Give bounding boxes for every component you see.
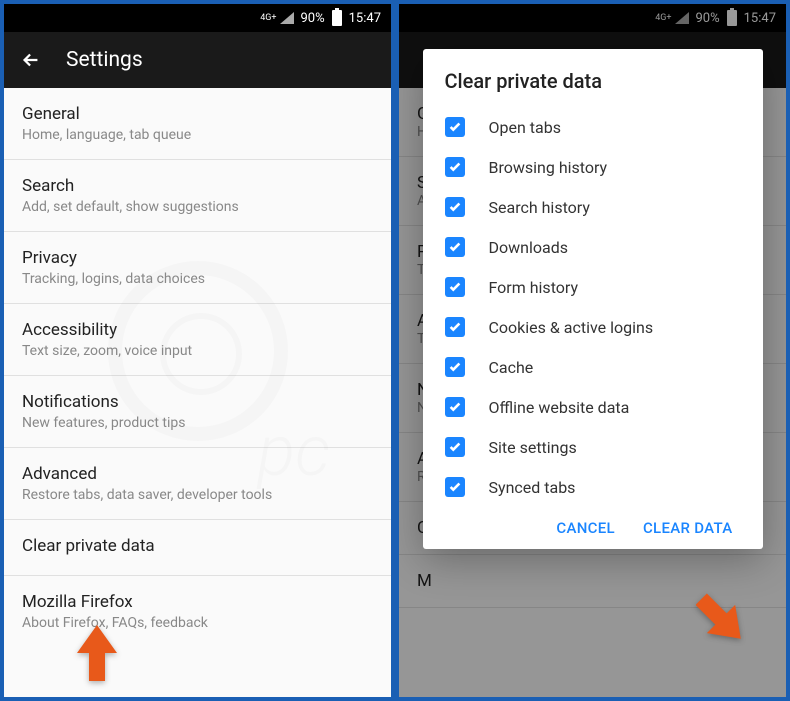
option-label: Downloads — [489, 238, 568, 257]
settings-item-general[interactable]: General Home, language, tab queue — [4, 88, 391, 160]
back-icon[interactable] — [20, 49, 42, 71]
option-label: Search history — [489, 198, 590, 217]
checkbox-icon[interactable] — [445, 317, 465, 337]
item-title: General — [22, 104, 373, 124]
option-synced-tabs[interactable]: Synced tabs — [445, 467, 741, 507]
option-label: Site settings — [489, 438, 577, 457]
checkbox-icon[interactable] — [445, 477, 465, 497]
toolbar: Settings — [4, 32, 391, 88]
option-label: Form history — [489, 278, 579, 297]
item-title: Accessibility — [22, 320, 373, 340]
item-subtitle: Tracking, logins, data choices — [22, 271, 373, 287]
battery-icon — [332, 10, 342, 26]
checkbox-icon[interactable] — [445, 157, 465, 177]
annotation-arrow-left — [72, 623, 122, 683]
network-indicator: 4G+ — [260, 13, 276, 23]
checkbox-icon[interactable] — [445, 197, 465, 217]
phone-right: 4G+ 90% 15:47 risk.com GH SA PT AT NN AR… — [395, 0, 790, 701]
annotation-arrow-right — [696, 589, 746, 649]
clear-data-button[interactable]: CLEAR DATA — [643, 519, 733, 537]
option-open-tabs[interactable]: Open tabs — [445, 107, 741, 147]
settings-item-clear-private-data[interactable]: Clear private data — [4, 520, 391, 576]
checkbox-icon[interactable] — [445, 237, 465, 257]
settings-item-search[interactable]: Search Add, set default, show suggestion… — [4, 160, 391, 232]
option-offline-data[interactable]: Offline website data — [445, 387, 741, 427]
settings-item-mozilla[interactable]: Mozilla Firefox About Firefox, FAQs, fee… — [4, 576, 391, 647]
option-form-history[interactable]: Form history — [445, 267, 741, 307]
settings-list[interactable]: General Home, language, tab queue Search… — [4, 88, 391, 697]
settings-item-notifications[interactable]: Notifications New features, product tips — [4, 376, 391, 448]
checkbox-icon[interactable] — [445, 117, 465, 137]
settings-item-accessibility[interactable]: Accessibility Text size, zoom, voice inp… — [4, 304, 391, 376]
item-title: Search — [22, 176, 373, 196]
item-subtitle: New features, product tips — [22, 415, 373, 431]
signal-icon — [280, 12, 294, 24]
option-label: Open tabs — [489, 118, 561, 137]
option-label: Synced tabs — [489, 478, 576, 497]
checkbox-icon[interactable] — [445, 277, 465, 297]
item-title: Clear private data — [22, 536, 373, 556]
toolbar-title: Settings — [66, 48, 143, 72]
option-label: Browsing history — [489, 158, 608, 177]
option-label: Offline website data — [489, 398, 630, 417]
checkbox-icon[interactable] — [445, 357, 465, 377]
item-title: Mozilla Firefox — [22, 592, 373, 612]
item-title: Privacy — [22, 248, 373, 268]
item-subtitle: Restore tabs, data saver, developer tool… — [22, 487, 373, 503]
dialog-actions: CANCEL CLEAR DATA — [445, 519, 741, 537]
option-cookies[interactable]: Cookies & active logins — [445, 307, 741, 347]
item-subtitle: Add, set default, show suggestions — [22, 199, 373, 215]
dialog-title: Clear private data — [445, 69, 741, 93]
phone-left: 4G+ 90% 15:47 Settings pc General Home, … — [0, 0, 395, 701]
status-bar: 4G+ 90% 15:47 — [4, 4, 391, 32]
cancel-button[interactable]: CANCEL — [556, 519, 615, 537]
option-label: Cache — [489, 358, 534, 377]
clear-data-dialog: Clear private data Open tabs Browsing hi… — [423, 49, 763, 549]
option-site-settings[interactable]: Site settings — [445, 427, 741, 467]
option-downloads[interactable]: Downloads — [445, 227, 741, 267]
item-title: Advanced — [22, 464, 373, 484]
settings-item-advanced[interactable]: Advanced Restore tabs, data saver, devel… — [4, 448, 391, 520]
option-browsing-history[interactable]: Browsing history — [445, 147, 741, 187]
clock: 15:47 — [349, 11, 381, 26]
item-title: Notifications — [22, 392, 373, 412]
battery-percent: 90% — [300, 11, 324, 26]
checkbox-icon[interactable] — [445, 437, 465, 457]
settings-item-privacy[interactable]: Privacy Tracking, logins, data choices — [4, 232, 391, 304]
option-label: Cookies & active logins — [489, 318, 654, 337]
option-cache[interactable]: Cache — [445, 347, 741, 387]
item-subtitle: Home, language, tab queue — [22, 127, 373, 143]
item-subtitle: Text size, zoom, voice input — [22, 343, 373, 359]
checkbox-icon[interactable] — [445, 397, 465, 417]
option-search-history[interactable]: Search history — [445, 187, 741, 227]
